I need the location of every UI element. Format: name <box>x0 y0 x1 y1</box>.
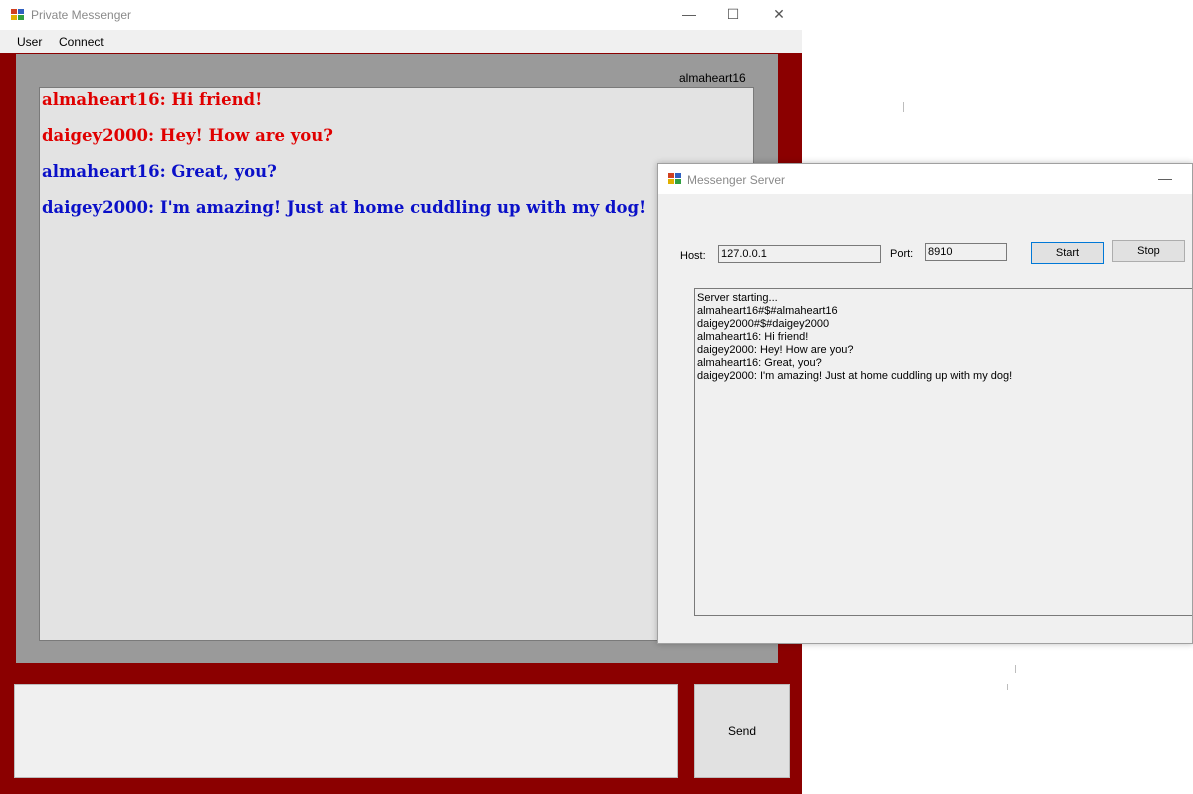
maximize-icon[interactable]: ☐ <box>721 4 745 24</box>
close-icon[interactable]: ✕ <box>767 4 791 24</box>
menu-connect[interactable]: Connect <box>59 35 104 49</box>
start-button[interactable]: Start <box>1031 242 1104 264</box>
current-username: almaheart16 <box>679 71 746 85</box>
log-line: Server starting... <box>697 292 778 304</box>
desktop-speck <box>903 102 904 112</box>
desktop-speck <box>1015 665 1016 673</box>
log-line: almaheart16: Hi friend! <box>697 331 809 343</box>
chat-message: daigey2000: Hey! How are you? <box>42 126 333 145</box>
messenger-title-bar[interactable]: Private Messenger — ☐ ✕ <box>0 0 802 30</box>
log-line: almaheart16#$#almaheart16 <box>697 305 838 317</box>
chat-history[interactable]: almaheart16: Hi friend! daigey2000: Hey!… <box>39 87 754 641</box>
log-line: daigey2000#$#daigey2000 <box>697 318 830 330</box>
chat-message: daigey2000: I'm amazing! Just at home cu… <box>42 198 647 217</box>
stop-button[interactable]: Stop <box>1112 240 1185 262</box>
port-field[interactable]: 8910 <box>925 243 1007 261</box>
chat-message: almaheart16: Great, you? <box>42 162 277 181</box>
log-line: daigey2000: I'm amazing! Just at home cu… <box>697 370 1013 382</box>
minimize-icon[interactable]: — <box>677 4 701 24</box>
server-window-title: Messenger Server <box>687 173 786 187</box>
host-field[interactable]: 127.0.0.1 <box>718 245 881 263</box>
menu-user[interactable]: User <box>17 35 42 49</box>
host-label: Host: <box>680 250 706 262</box>
window-title: Private Messenger <box>31 8 132 22</box>
send-button[interactable]: Send <box>694 684 790 778</box>
menu-bar: User Connect <box>0 30 802 53</box>
desktop-speck <box>1007 684 1008 690</box>
server-title-bar[interactable]: Messenger Server — <box>658 164 1192 194</box>
log-line: daigey2000: Hey! How are you? <box>697 344 854 356</box>
message-input[interactable] <box>14 684 678 778</box>
chat-message: almaheart16: Hi friend! <box>42 90 263 109</box>
app-icon <box>11 9 24 20</box>
port-label: Port: <box>890 248 914 260</box>
server-app-icon <box>668 173 681 184</box>
server-minimize-icon[interactable]: — <box>1153 168 1177 188</box>
messenger-server-window: Messenger Server — Host: 127.0.0.1 Port:… <box>657 163 1193 644</box>
server-log[interactable]: Server starting... almaheart16#$#almahea… <box>694 288 1192 616</box>
log-line: almaheart16: Great, you? <box>697 357 822 369</box>
